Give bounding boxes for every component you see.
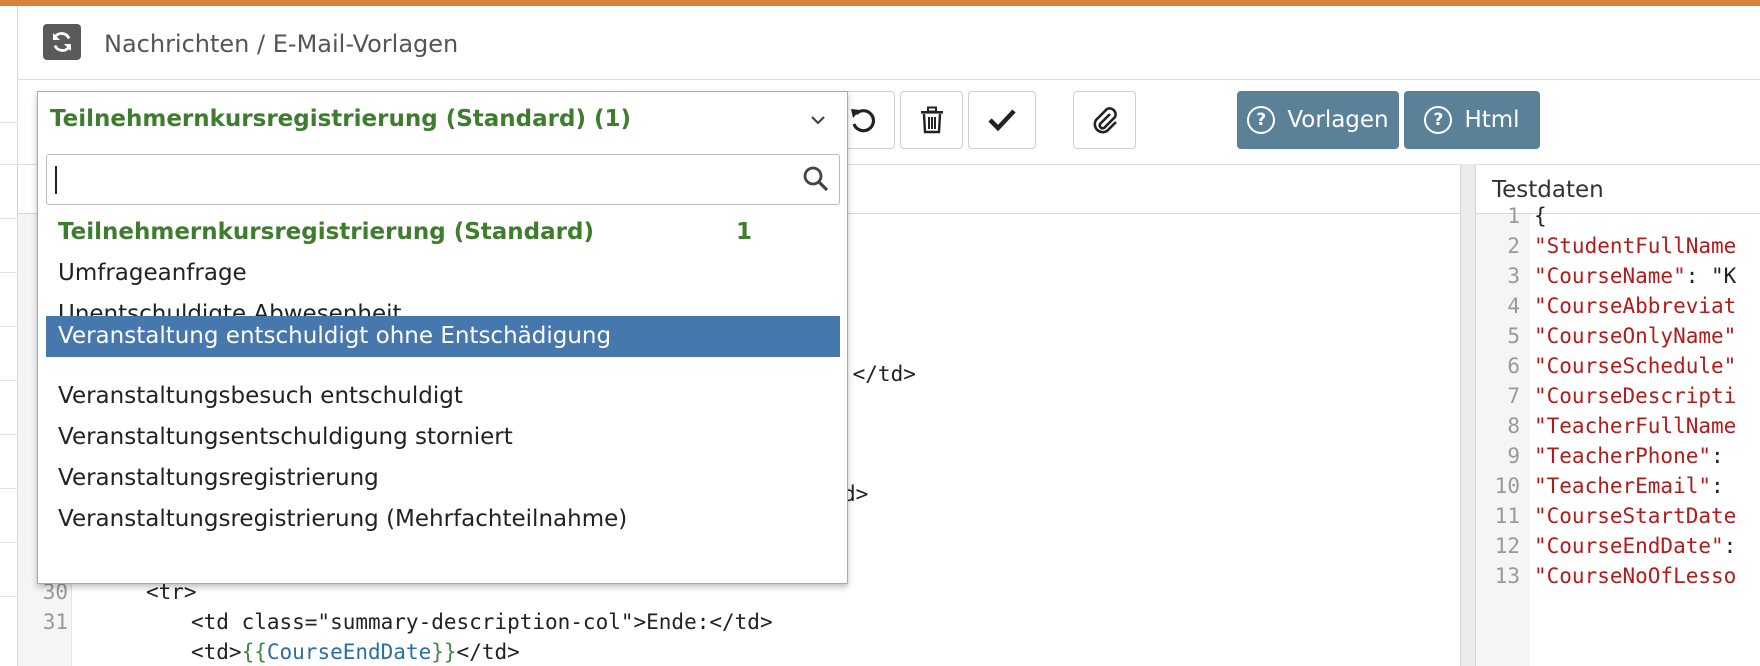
json-line: 6 "CourseSchedule" <box>1507 354 1737 378</box>
dropdown-option[interactable]: Umfrageanfrage <box>46 251 840 296</box>
delete-button[interactable] <box>900 91 963 149</box>
html-label: Html <box>1464 107 1520 133</box>
search-icon <box>803 166 829 192</box>
html-help-button[interactable]: ? Html <box>1404 91 1540 149</box>
json-line: 11 "CourseStartDate <box>1494 504 1737 528</box>
dropdown-option[interactable]: Veranstaltungsbesuch entschuldigt <box>46 374 840 419</box>
refresh-button[interactable] <box>43 24 81 60</box>
json-line: 8 "TeacherFullName <box>1507 414 1737 438</box>
left-sidebar-strip <box>0 6 18 666</box>
template-search-input[interactable] <box>46 154 840 205</box>
chevron-down-icon <box>811 116 825 125</box>
check-icon <box>988 109 1016 132</box>
breadcrumb: Nachrichten / E-Mail-Vorlagen <box>104 30 459 58</box>
dropdown-option-highlighted[interactable]: Veranstaltung entschuldigt ohne Entschäd… <box>46 316 840 357</box>
option-count: 1 <box>736 219 753 245</box>
paperclip-icon <box>1093 107 1117 134</box>
json-line: 1{ <box>1507 204 1547 228</box>
undo-icon <box>850 109 875 133</box>
trash-icon <box>920 106 943 134</box>
json-line: 7 "CourseDescripti <box>1507 384 1737 408</box>
json-line: 9 "TeacherPhone": <box>1507 444 1724 468</box>
text-caret <box>55 166 57 194</box>
selected-template-label: Teilnehmernkursregistrierung (Standard) … <box>50 106 631 132</box>
template-select[interactable]: Teilnehmernkursregistrierung (Standard) … <box>38 92 847 152</box>
dropdown-option[interactable]: Teilnehmernkursregistrierung (Standard) 1 <box>46 210 840 255</box>
json-line: 3 "CourseName": "K <box>1507 264 1737 288</box>
question-circle-icon: ? <box>1424 106 1453 134</box>
vorlagen-help-button[interactable]: ? Vorlagen <box>1237 91 1399 149</box>
json-line: 12 "CourseEndDate": <box>1494 534 1737 558</box>
question-circle-icon: ? <box>1247 106 1276 134</box>
dropdown-option[interactable]: Veranstaltungsentschuldigung storniert <box>46 415 840 460</box>
refresh-icon <box>53 32 71 52</box>
dropdown-option[interactable]: Veranstaltungsregistrierung <box>46 456 840 501</box>
testdata-editor[interactable]: 1{ 2 "StudentFullName 3 "CourseName": "K 4… <box>1476 204 1760 666</box>
json-line: 4 "CourseAbbreviat <box>1507 294 1737 318</box>
confirm-button[interactable] <box>968 91 1036 149</box>
json-line: 5 "CourseOnlyName" <box>1507 324 1737 348</box>
json-line: 13 "CourseNoOfLesso <box>1494 564 1737 588</box>
vorlagen-label: Vorlagen <box>1287 107 1389 133</box>
json-line: 2 "StudentFullName <box>1507 234 1737 258</box>
json-line: 10 "TeacherEmail": <box>1494 474 1724 498</box>
dropdown-option[interactable]: Veranstaltungsregistrierung (Mehrfachtei… <box>46 497 840 542</box>
template-select-dropdown[interactable]: Teilnehmernkursregistrierung (Standard) … <box>37 91 848 584</box>
page-header: Nachrichten / E-Mail-Vorlagen <box>18 6 1760 80</box>
attachment-button[interactable] <box>1073 91 1136 149</box>
pane-splitter[interactable] <box>1460 164 1476 666</box>
